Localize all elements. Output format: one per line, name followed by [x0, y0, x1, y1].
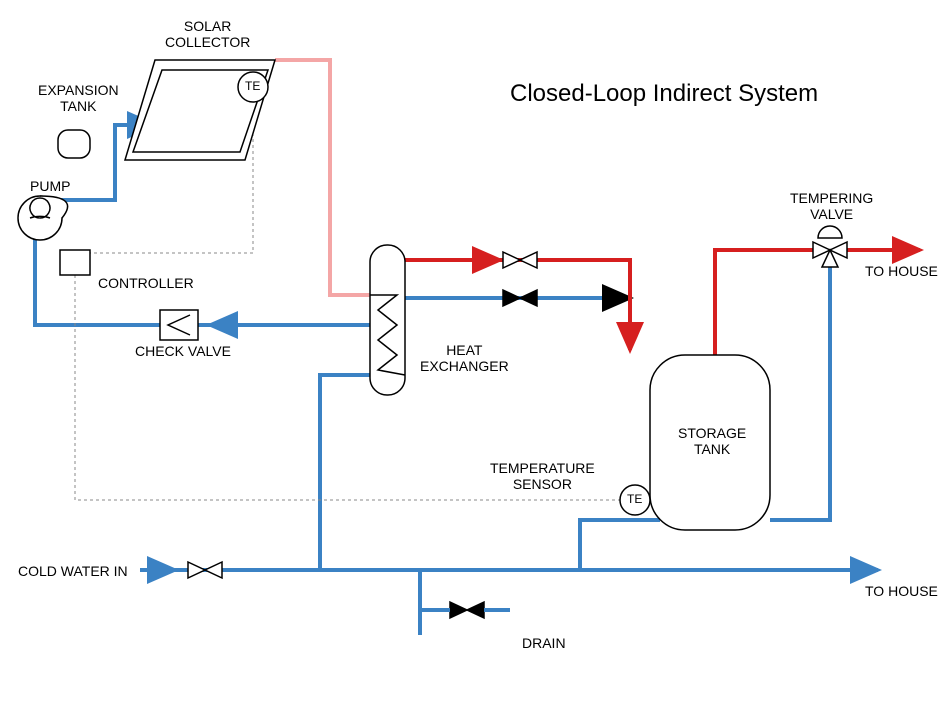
- label-heat-exchanger: HEAT EXCHANGER: [420, 342, 509, 374]
- label-to-house-cold: TO HOUSE: [865, 583, 938, 599]
- tempering-valve: [813, 226, 847, 267]
- label-storage-tank: STORAGE TANK: [678, 425, 746, 457]
- label-drain: DRAIN: [522, 635, 566, 651]
- label-to-house-hot: TO HOUSE: [865, 263, 938, 279]
- label-check-valve: CHECK VALVE: [135, 343, 231, 359]
- controller: [60, 250, 90, 275]
- diagram-title: Closed-Loop Indirect System: [510, 80, 818, 108]
- valve-hot-top: [503, 252, 537, 268]
- label-temperature-sensor: TEMPERATURE SENSOR: [490, 460, 595, 492]
- check-valve: [160, 310, 198, 340]
- hot-lines: [405, 250, 920, 355]
- expansion-tank: [58, 130, 90, 158]
- pump: [18, 196, 68, 240]
- label-controller: CONTROLLER: [98, 275, 194, 291]
- label-expansion-tank: EXPANSION TANK: [38, 82, 119, 114]
- label-tempering-valve: TEMPERING VALVE: [790, 190, 873, 222]
- heat-exchanger: [370, 245, 405, 395]
- label-te1: TE: [245, 80, 260, 94]
- label-cold-water-in: COLD WATER IN: [18, 563, 128, 579]
- label-pump: PUMP: [30, 178, 70, 194]
- valve-return: [503, 290, 537, 306]
- label-solar-collector: SOLAR COLLECTOR: [165, 18, 250, 50]
- label-te2: TE: [627, 493, 642, 507]
- valve-drain: [450, 602, 484, 618]
- valve-cold-in: [188, 562, 222, 578]
- warm-line: [275, 60, 370, 295]
